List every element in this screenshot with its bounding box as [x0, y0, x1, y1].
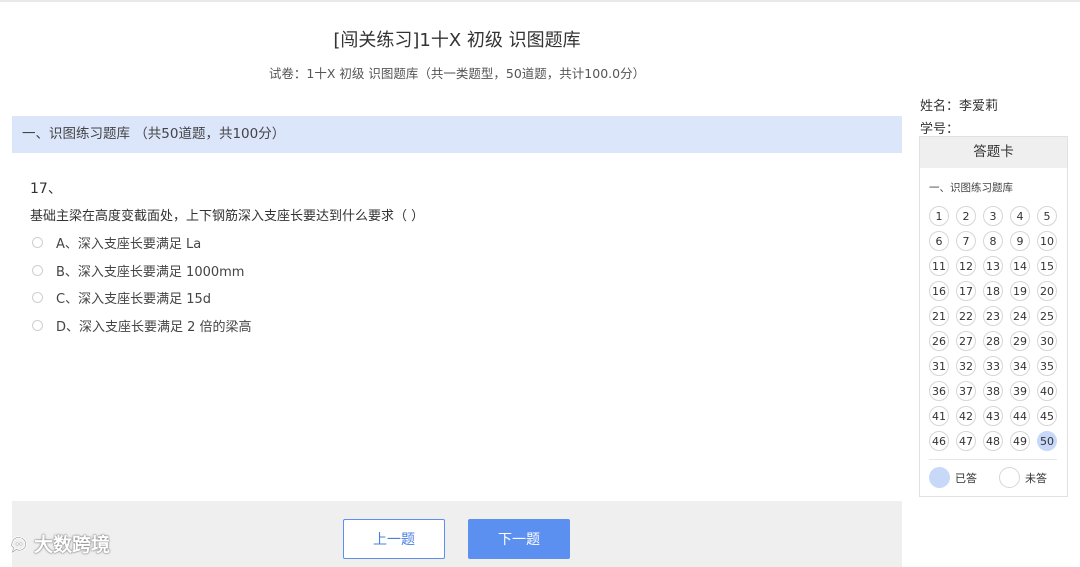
question-number-button[interactable]: 16	[929, 281, 949, 301]
divider	[929, 459, 1057, 460]
answered-legend-dot	[929, 467, 950, 488]
option-b[interactable]: B、深入支座长要满足 1000mm	[32, 257, 252, 285]
option-c[interactable]: C、深入支座长要满足 15d	[32, 284, 252, 312]
question-number-button[interactable]: 25	[1037, 306, 1057, 326]
question-number-button[interactable]: 5	[1037, 206, 1057, 226]
question-text: 基础主梁在高度变截面处，上下钢筋深入支座长要达到什么要求（ ）	[30, 209, 425, 224]
question-number-button[interactable]: 4	[1010, 206, 1030, 226]
question-number-button[interactable]: 3	[983, 206, 1003, 226]
student-name: 姓名：李爱莉	[920, 99, 999, 114]
question-number-button[interactable]: 17	[956, 281, 976, 301]
bottom-navigation-bar	[12, 501, 902, 567]
question-number-button[interactable]: 38	[983, 381, 1003, 401]
question-number-button[interactable]: 19	[1010, 281, 1030, 301]
question-number-button[interactable]: 50	[1037, 431, 1057, 451]
question-number-button[interactable]: 20	[1037, 281, 1057, 301]
question-number: 17、	[30, 181, 62, 197]
answer-legend: 已答 未答	[929, 467, 1047, 488]
question-number-button[interactable]: 9	[1010, 231, 1030, 251]
watermark: 大数跨境	[8, 530, 110, 557]
question-number-button[interactable]: 23	[983, 306, 1003, 326]
question-number-button[interactable]: 36	[929, 381, 949, 401]
question-number-button[interactable]: 11	[929, 256, 949, 276]
answered-legend-label: 已答	[955, 471, 977, 485]
question-number-button[interactable]: 49	[1010, 431, 1030, 451]
watermark-text: 大数跨境	[34, 534, 111, 556]
question-number-button[interactable]: 40	[1037, 381, 1057, 401]
previous-question-button[interactable]: 上一题	[343, 519, 445, 559]
question-number-button[interactable]: 48	[983, 431, 1003, 451]
answer-card-section-label: 一、识图练习题库	[929, 182, 1013, 194]
radio-button[interactable]	[32, 237, 43, 249]
question-number-button[interactable]: 31	[929, 356, 949, 376]
question-number-grid: 1 2 3 4 5 6 7 8 9 10 11 12 13 14 15 16 17 18 19 20 21 22 23 24 2…	[929, 206, 1057, 451]
question-number-button[interactable]: 14	[1010, 256, 1030, 276]
question-number-button[interactable]: 33	[983, 356, 1003, 376]
answer-card-title: 答题卡	[920, 137, 1067, 168]
question-number-button[interactable]: 7	[956, 231, 976, 251]
question-number-button[interactable]: 8	[983, 231, 1003, 251]
question-number-button[interactable]: 18	[983, 281, 1003, 301]
option-label: A、深入支座长要满足 La	[56, 237, 202, 253]
question-number-button[interactable]: 13	[983, 256, 1003, 276]
question-number-button[interactable]: 12	[956, 256, 976, 276]
page-subtitle: 试卷：1十X 初级 识图题库（共一类题型，50道题，共计100.0分）	[268, 66, 646, 81]
chat-bubble-logo-icon	[10, 535, 27, 555]
question-number-button[interactable]: 22	[956, 306, 976, 326]
option-a[interactable]: A、深入支座长要满足 La	[32, 229, 252, 257]
question-number-button[interactable]: 34	[1010, 356, 1030, 376]
question-number-button[interactable]: 39	[1010, 381, 1030, 401]
next-question-button[interactable]: 下一题	[468, 519, 570, 559]
student-id: 学号：	[920, 122, 960, 137]
question-number-button[interactable]: 6	[929, 231, 949, 251]
radio-button[interactable]	[32, 319, 43, 331]
question-number-button[interactable]: 27	[956, 331, 976, 351]
question-number-button[interactable]: 42	[956, 406, 976, 426]
question-number-button[interactable]: 10	[1037, 231, 1057, 251]
question-number-button[interactable]: 26	[929, 331, 949, 351]
question-number-button[interactable]: 28	[983, 331, 1003, 351]
question-number-button[interactable]: 2	[956, 206, 976, 226]
radio-button[interactable]	[32, 264, 43, 276]
question-number-button[interactable]: 30	[1037, 331, 1057, 351]
unanswered-legend-dot	[999, 467, 1020, 488]
question-number-button[interactable]: 1	[929, 206, 949, 226]
page-title: [闯关练习]1十X 初级 识图题库	[333, 30, 581, 51]
unanswered-legend-label: 未答	[1025, 471, 1047, 485]
question-number-button[interactable]: 44	[1010, 406, 1030, 426]
option-label: C、深入支座长要满足 15d	[56, 292, 212, 308]
question-number-button[interactable]: 47	[956, 431, 976, 451]
question-number-button[interactable]: 21	[929, 306, 949, 326]
question-number-button[interactable]: 32	[956, 356, 976, 376]
question-number-button[interactable]: 24	[1010, 306, 1030, 326]
answer-options: A、深入支座长要满足 La B、深入支座长要满足 1000mm C、深入支座长要…	[32, 229, 252, 339]
answer-card: 答题卡 一、识图练习题库 1 2 3 4 5 6 7 8 9 10 11 12 13 14 15 16 17 18…	[919, 136, 1068, 497]
question-number-button[interactable]: 35	[1037, 356, 1057, 376]
radio-button[interactable]	[32, 292, 43, 304]
question-number-button[interactable]: 46	[929, 431, 949, 451]
section-header: 一、识图练习题库 （共50道题，共100分）	[12, 116, 902, 153]
question-number-button[interactable]: 43	[983, 406, 1003, 426]
question-number-button[interactable]: 41	[929, 406, 949, 426]
option-d[interactable]: D、深入支座长要满足 2 倍的梁高	[32, 312, 252, 340]
question-number-button[interactable]: 15	[1037, 256, 1057, 276]
top-divider	[0, 0, 1080, 2]
question-number-button[interactable]: 29	[1010, 331, 1030, 351]
option-label: B、深入支座长要满足 1000mm	[56, 264, 245, 280]
question-number-button[interactable]: 37	[956, 381, 976, 401]
question-number-button[interactable]: 45	[1037, 406, 1057, 426]
option-label: D、深入支座长要满足 2 倍的梁高	[56, 319, 252, 335]
